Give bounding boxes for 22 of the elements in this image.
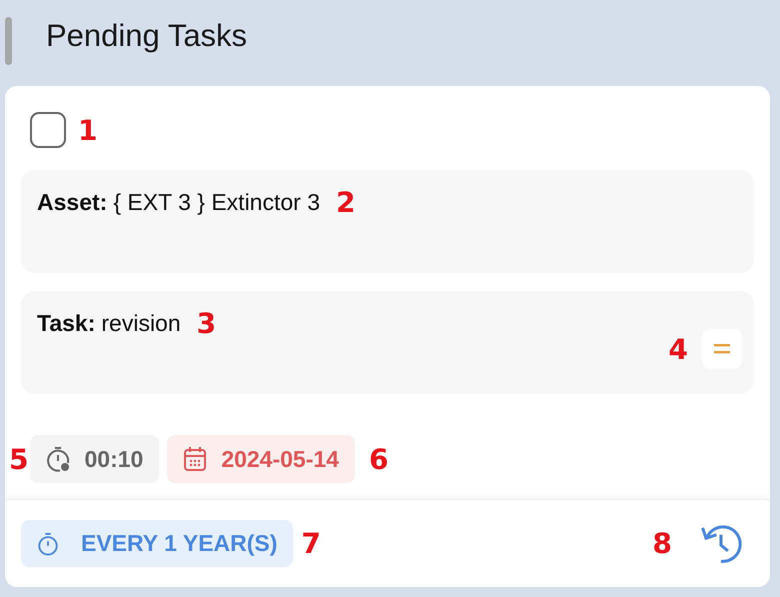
recurrence-text: EVERY 1 YEAR(S) xyxy=(81,530,278,557)
callout-number: 4 xyxy=(668,332,688,366)
callout-number: 5 xyxy=(9,442,28,476)
calendar-icon xyxy=(183,446,208,472)
callout-number: 8 xyxy=(652,527,672,560)
callout-number: 3 xyxy=(196,307,216,340)
stopwatch-icon xyxy=(46,446,70,472)
due-date-text: 2024-05-14 xyxy=(221,446,339,472)
checkbox[interactable] xyxy=(30,112,66,148)
callout-number: 6 xyxy=(368,442,388,476)
equals-icon xyxy=(714,343,730,355)
callout-number: 2 xyxy=(336,186,356,219)
field-label: Asset: xyxy=(37,189,108,216)
field-value: { EXT 3 } Extinctor 3 xyxy=(113,189,320,216)
callout-number: 7 xyxy=(301,527,321,560)
drag-handle[interactable] xyxy=(5,17,12,65)
stopwatch-icon xyxy=(37,532,59,556)
duration-text: 00:10 xyxy=(84,446,144,472)
page-title: Pending Tasks xyxy=(46,18,248,54)
field-value: revision xyxy=(101,310,181,337)
callout-number: 1 xyxy=(78,114,98,146)
field-label: Task: xyxy=(37,310,96,337)
